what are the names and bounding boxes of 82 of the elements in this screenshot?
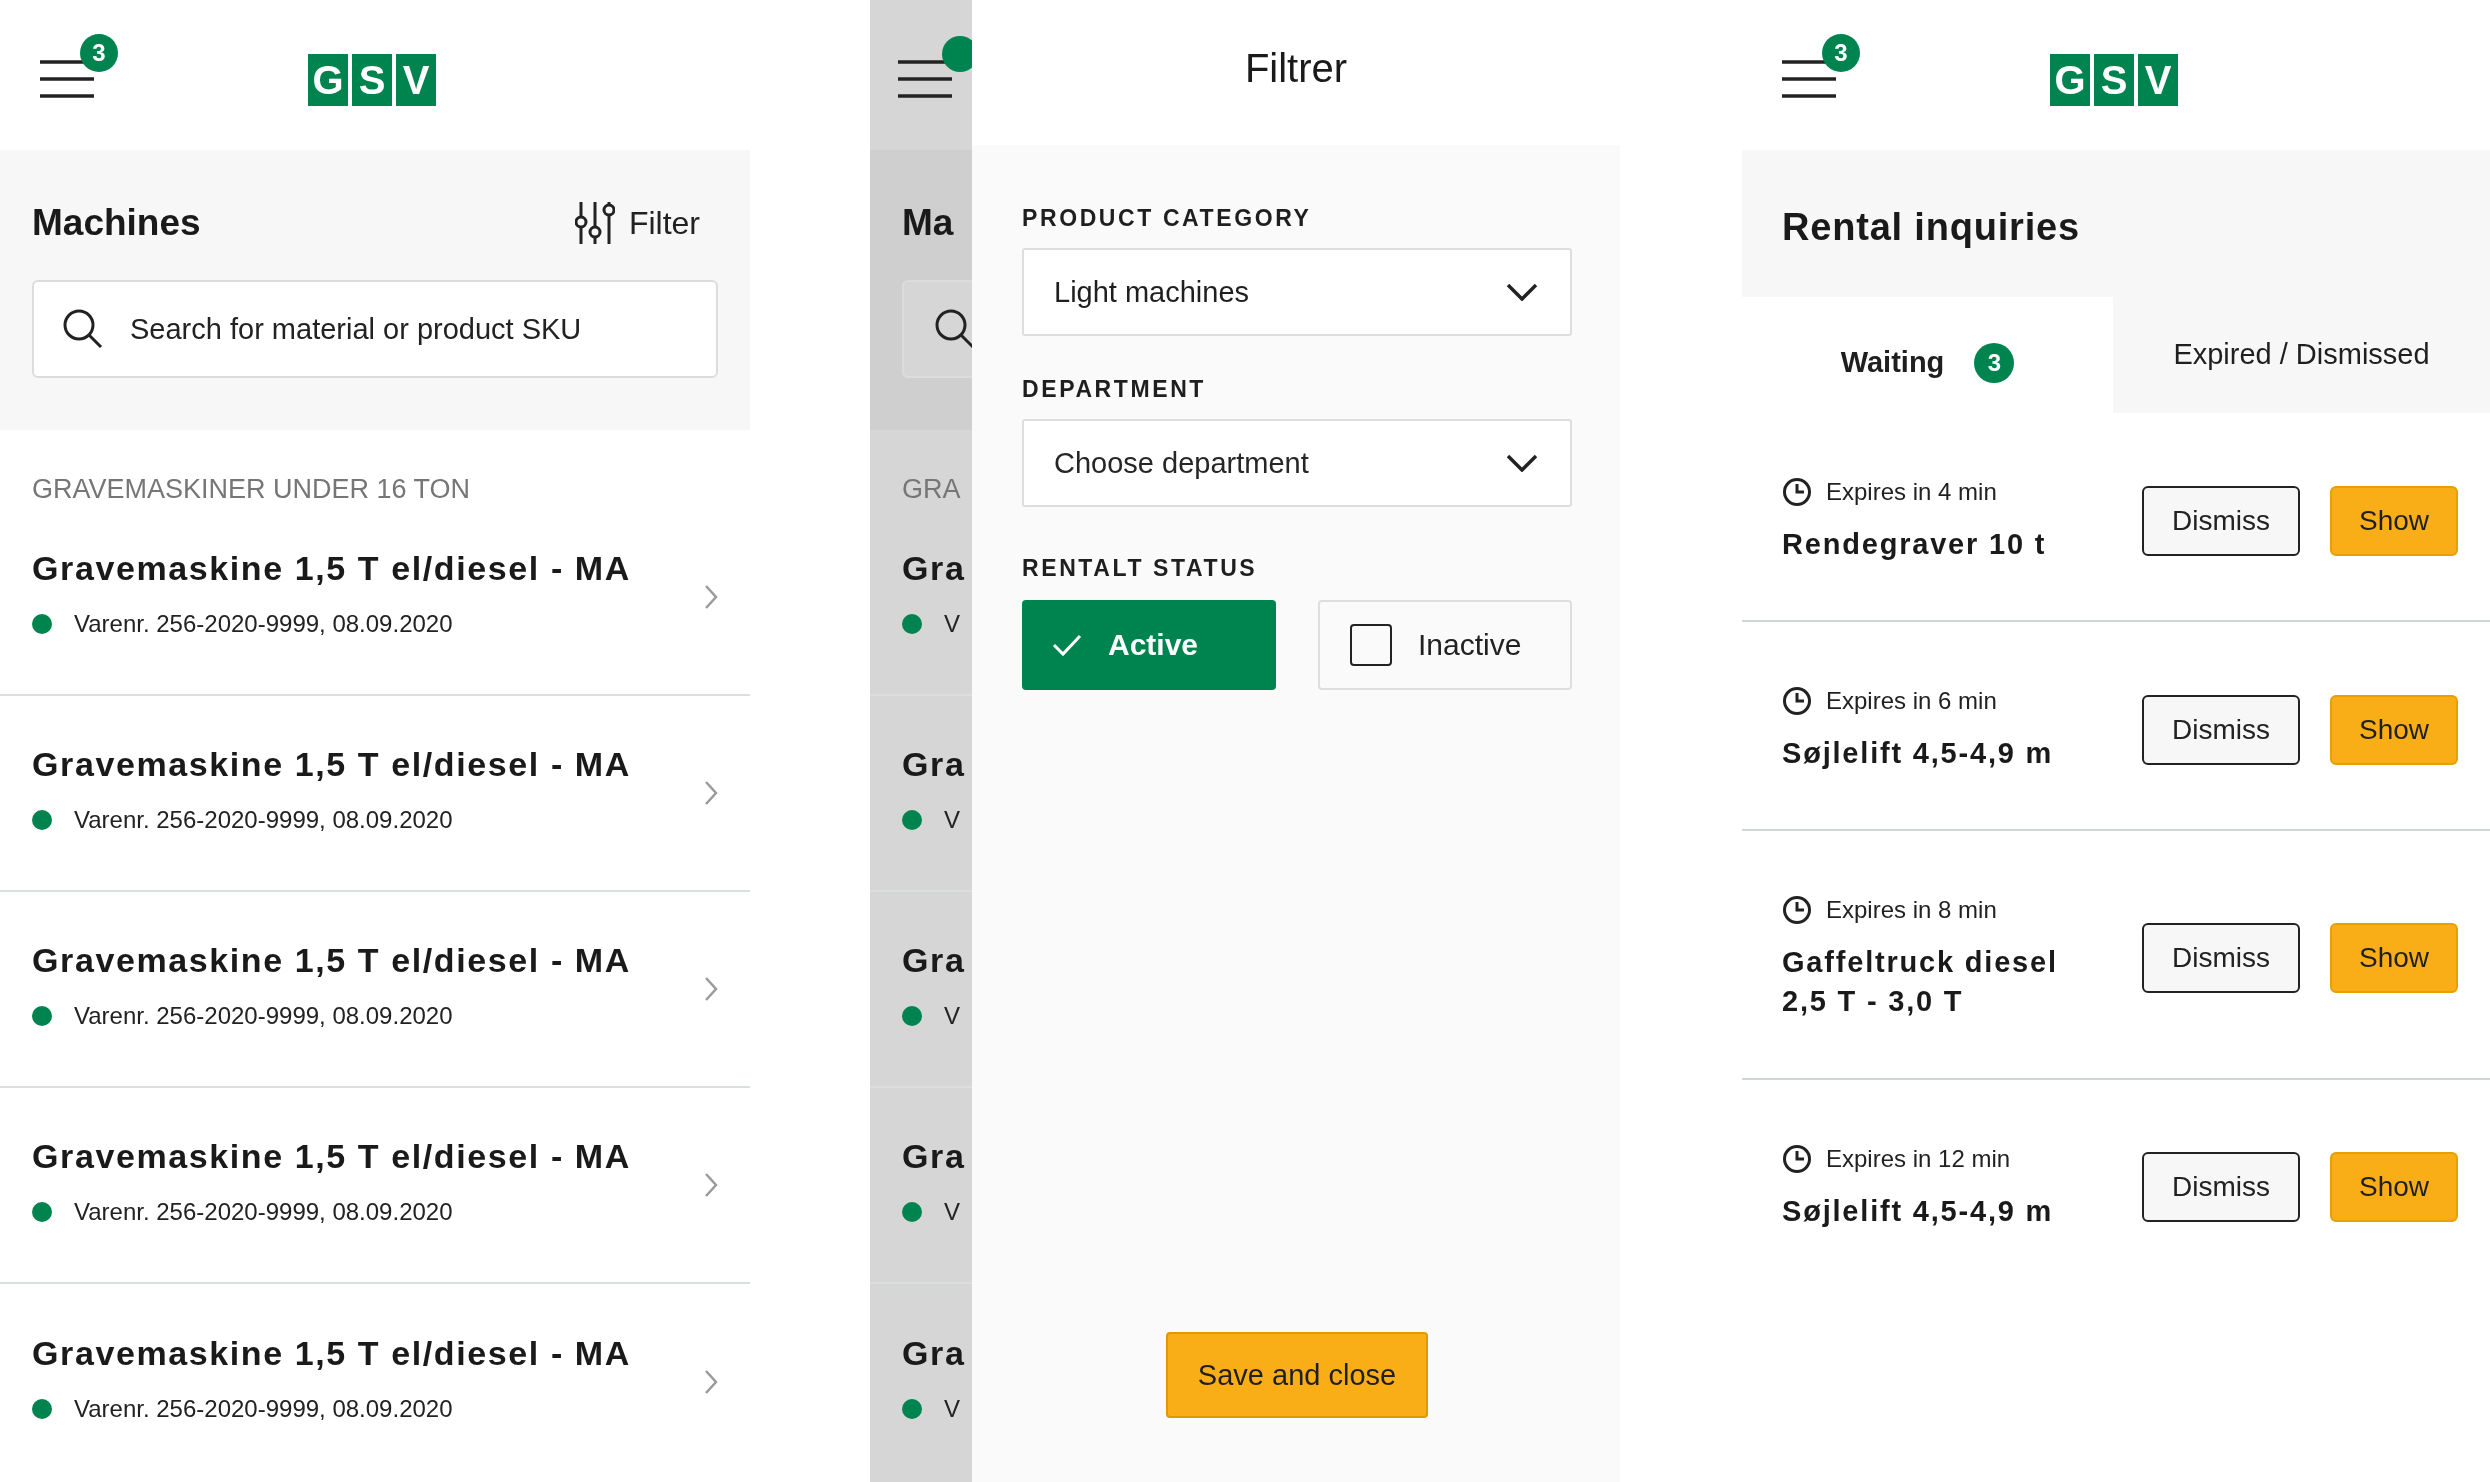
- section-heading: GRAVEMASKINER UNDER 16 TON: [31, 473, 472, 500]
- search-icon: [934, 308, 972, 350]
- notification-badge: [942, 36, 972, 72]
- search-icon: [62, 308, 104, 350]
- item-number: V: [944, 1001, 960, 1030]
- item-number: Varenr. 256-2020-9999, 08.09.2020: [74, 1197, 453, 1226]
- logo-letter: G: [2050, 54, 2090, 106]
- menu-icon[interactable]: [1782, 58, 1836, 100]
- field-label: RENTALT STATUS: [1022, 555, 1259, 582]
- sliders-icon: [574, 202, 615, 244]
- chevron-right-icon: [704, 1369, 718, 1395]
- status-toggle[interactable]: Active: [1022, 600, 1276, 690]
- show-button[interactable]: Show: [2330, 1152, 2458, 1223]
- logo-letter: V: [396, 54, 436, 106]
- menu-icon[interactable]: [898, 58, 952, 100]
- notification-badge: 3: [1822, 34, 1860, 72]
- expiry-time: Expires in 4 min: [1826, 478, 1997, 506]
- chevron-right-icon: [704, 1172, 718, 1198]
- machine-name: Gra: [902, 1136, 966, 1176]
- machine-name: Gra: [902, 940, 966, 980]
- search-field[interactable]: Search for material or product SKU: [32, 280, 718, 378]
- dismiss-button[interactable]: Dismiss: [2142, 485, 2300, 556]
- clock-icon: [1782, 686, 1812, 717]
- item-number: V: [944, 1197, 960, 1226]
- machine-name: Gaffeltruck diesel 2,5 T - 3,0 T: [1782, 945, 2059, 1020]
- logo-letter: V: [2138, 54, 2178, 106]
- clock-icon: [1782, 1143, 1812, 1174]
- dismiss-button[interactable]: Dismiss: [2142, 694, 2300, 765]
- count-badge: 3: [1974, 342, 2015, 383]
- show-button[interactable]: Show: [2330, 923, 2458, 994]
- machine-name: Gravemaskine 1,5 T el/diesel - MA: [32, 548, 632, 588]
- item-number: Varenr. 256-2020-9999, 08.09.2020: [74, 1394, 453, 1423]
- machine-name: Søjlelift 4,5-4,9 m: [1782, 1193, 2055, 1229]
- filter-button[interactable]: Filter: [574, 202, 700, 244]
- chevron-right-icon: [704, 780, 718, 806]
- dismiss-button[interactable]: Dismiss: [2142, 1152, 2300, 1223]
- item-number: Varenr. 256-2020-9999, 08.09.2020: [74, 1001, 453, 1030]
- show-button[interactable]: Show: [2330, 694, 2458, 765]
- machine-name: Søjlelift 4,5-4,9 m: [1782, 736, 2055, 772]
- page-title: Ma: [902, 202, 955, 244]
- item-number: Varenr. 256-2020-9999, 08.09.2020: [74, 609, 453, 638]
- tab[interactable]: Expired / Dismissed: [2113, 297, 2490, 413]
- machine-name: Gravemaskine 1,5 T el/diesel - MA: [32, 744, 632, 784]
- machine-name: Gravemaskine 1,5 T el/diesel - MA: [32, 940, 632, 980]
- page-title: Rental inquiries: [1782, 206, 2081, 249]
- notification-badge: 3: [80, 34, 118, 72]
- dropdown-field[interactable]: Light machines: [1022, 248, 1572, 336]
- machine-name: Gravemaskine 1,5 T el/diesel - MA: [32, 1136, 632, 1176]
- show-button[interactable]: Show: [2330, 485, 2458, 556]
- chevron-down-icon: [1506, 283, 1538, 301]
- drawer-title: Filtrer: [1244, 46, 1348, 91]
- machine-name: Rendegraver 10 t: [1782, 527, 2048, 562]
- machine-name: Gra: [902, 1333, 966, 1373]
- chevron-right-icon: [704, 976, 718, 1002]
- item-number: Varenr. 256-2020-9999, 08.09.2020: [74, 805, 453, 834]
- dropdown-field[interactable]: Choose department: [1022, 419, 1572, 507]
- checkbox-icon: [1350, 624, 1392, 666]
- expiry-time: Expires in 6 min: [1826, 687, 1997, 716]
- save-button[interactable]: Save and close: [1166, 1332, 1428, 1418]
- clock-icon: [1782, 895, 1812, 926]
- logo-letter: S: [352, 54, 392, 106]
- field-label: PRODUCT CATEGORY: [1022, 205, 1313, 232]
- machine-name: Gra: [902, 744, 966, 784]
- machine-name: Gra: [902, 548, 966, 588]
- item-number: V: [944, 609, 960, 638]
- machine-name: Gravemaskine 1,5 T el/diesel - MA: [32, 1333, 632, 1373]
- expiry-time: Expires in 12 min: [1826, 1144, 2011, 1173]
- chevron-down-icon: [1506, 454, 1538, 472]
- item-number: V: [944, 1394, 960, 1423]
- page-title: Machines: [32, 202, 201, 244]
- logo-letter: S: [2094, 54, 2134, 106]
- field-label: DEPARTMENT: [1022, 376, 1207, 403]
- clock-icon: [1782, 477, 1812, 507]
- check-icon: [1052, 633, 1082, 657]
- status-toggle[interactable]: Inactive: [1318, 600, 1572, 690]
- logo-letter: G: [308, 54, 348, 106]
- item-number: V: [944, 805, 960, 834]
- menu-icon[interactable]: [40, 58, 94, 100]
- chevron-right-icon: [704, 584, 718, 610]
- expiry-time: Expires in 8 min: [1826, 896, 1997, 925]
- dismiss-button[interactable]: Dismiss: [2142, 923, 2300, 994]
- section-heading: GRA: [901, 473, 962, 500]
